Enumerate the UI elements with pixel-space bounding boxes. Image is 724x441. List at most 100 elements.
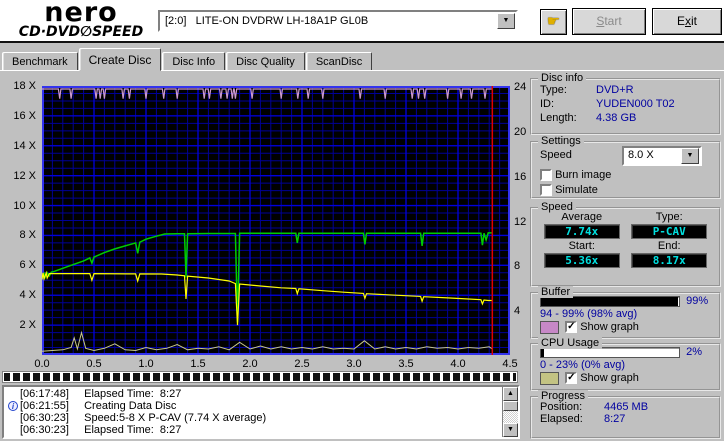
disc-info-row: ID: YUDEN000 T02 xyxy=(532,97,719,111)
y-axis-tick-label: 2 X xyxy=(19,319,36,332)
buffer-range: 94 - 99% (98% avg) xyxy=(540,308,638,320)
scrollbar-thumb[interactable] xyxy=(503,401,518,411)
burn-image-checkbox[interactable] xyxy=(540,169,552,181)
buffer-color-swatch xyxy=(540,321,559,334)
disc-icon: ∅ xyxy=(80,24,93,40)
type-value-lcd: P-CAV xyxy=(631,224,708,239)
disc-info-row: Type: DVD+R xyxy=(532,83,719,97)
chevron-down-icon[interactable]: ▼ xyxy=(497,13,515,29)
log-line: [06:30:23] Elapsed Time: 8:27 xyxy=(6,424,502,436)
exit-button[interactable]: Exit xyxy=(652,8,722,35)
log-text: Creating Data Disc xyxy=(78,400,177,412)
tab-benchmark[interactable]: Benchmark xyxy=(2,52,78,71)
disc-info-label: ID: xyxy=(540,98,555,110)
cpu-show-graph-label: Show graph xyxy=(580,372,639,384)
simulate-label: Simulate xyxy=(555,184,598,196)
x-axis-tick-label: 2.0 xyxy=(242,358,258,370)
start-button[interactable]: Start xyxy=(572,8,646,35)
speed-select[interactable]: 8.0 X ▼ xyxy=(622,145,702,166)
log-line: [06:30:23] Speed:5-8 X P-CAV (7.74 X ave… xyxy=(6,412,502,424)
disc-info-title: Disc info xyxy=(538,72,587,84)
end-label: End: xyxy=(657,240,681,252)
tab-create-disc[interactable]: Create Disc xyxy=(78,48,162,71)
scroll-up-icon[interactable]: ▲ xyxy=(503,387,518,401)
x-axis-tick-label: 3.5 xyxy=(398,358,414,370)
log-lines: [06:17:48] Elapsed Time: 8:27 i [06:21:55]… xyxy=(4,387,502,437)
elapsed-label: Elapsed: xyxy=(540,413,583,425)
y-axis-tick-label: 14 X xyxy=(13,139,36,152)
log-timestamp: [06:21:55] xyxy=(20,400,69,412)
chevron-down-icon[interactable]: ▼ xyxy=(681,147,699,164)
elapsed-value: 8:27 xyxy=(604,413,626,425)
log-icon-spacer xyxy=(6,388,20,400)
disc-info-group: Disc info Type: DVD+R ID: YUDEN000 T02 Lengt… xyxy=(530,72,721,135)
x-axis-tick-label: 1.5 xyxy=(190,358,206,370)
log-timestamp: [06:17:48] xyxy=(20,388,69,400)
progress-title: Progress xyxy=(538,390,589,402)
disc-info-label: Length: xyxy=(540,112,577,124)
cpu-show-graph-checkbox[interactable]: ✓ xyxy=(565,372,578,384)
disc-info-row: Length: 4.38 GB xyxy=(532,111,719,125)
x-axis-tick-label: 3.0 xyxy=(346,358,362,370)
eject-tool-button[interactable]: ☛ xyxy=(540,9,567,35)
log-text: Speed:5-8 X P-CAV (7.74 X average) xyxy=(78,412,267,424)
simulate-checkbox[interactable] xyxy=(540,184,552,196)
x-axis-tick-label: 4.5 xyxy=(502,358,518,370)
log-icon-spacer xyxy=(6,424,20,436)
settings-group: Settings Speed 8.0 X ▼ Burn image Simula… xyxy=(530,135,721,199)
cpu-usage-group: CPU Usage 2% 0 - 23% (0% avg) ✓ Show gra… xyxy=(530,337,721,391)
toolbar: nero CD·DVD∅SPEED [2:0] LITE-ON DVDRW LH… xyxy=(0,0,724,43)
speed-title: Speed xyxy=(538,201,576,213)
disc-info-label: Type: xyxy=(540,84,567,96)
burn-image-label: Burn image xyxy=(555,169,612,181)
speed-label: Speed xyxy=(540,149,572,161)
tab-disc-info[interactable]: Disc Info xyxy=(162,52,226,71)
log-timestamp: [06:30:23] xyxy=(20,412,69,424)
info-icon: i xyxy=(6,400,20,412)
buffer-percent: 99% xyxy=(686,295,709,307)
tab-scandisc[interactable]: ScanDisc xyxy=(305,52,373,71)
burn-progress-strip xyxy=(2,371,518,383)
y-axis-tick-label: 4 X xyxy=(19,289,36,302)
log-text: Elapsed Time: 8:27 xyxy=(78,424,182,436)
log-box: [06:17:48] Elapsed Time: 8:27 i [06:21:55]… xyxy=(2,385,520,439)
position-value: 4465 MB xyxy=(604,401,649,413)
start-value-lcd: 5.36x xyxy=(543,253,620,268)
chart-canvas xyxy=(41,86,510,355)
cpu-range: 0 - 23% (0% avg) xyxy=(540,359,625,371)
progress-group: Progress Position: 4465 MB Elapsed: 8:27 xyxy=(530,390,721,439)
logo-subtitle: CD·DVD∅SPEED xyxy=(18,24,144,40)
y-axis-tick-label: 8 X xyxy=(19,229,36,242)
x-axis-tick-label: 4.0 xyxy=(450,358,466,370)
buffer-show-graph-label: Show graph xyxy=(580,321,639,333)
log-text: Elapsed Time: 8:27 xyxy=(78,388,182,400)
tab-disc-quality[interactable]: Disc Quality xyxy=(226,52,305,71)
y-axis-tick-label: 18 X xyxy=(13,80,36,92)
log-timestamp: [06:30:23] xyxy=(20,424,69,436)
drive-selector-value: [2:0] LITE-ON DVDRW LH-18A1P GL0B xyxy=(165,15,369,27)
scrollbar-track[interactable] xyxy=(503,401,518,423)
log-scrollbar[interactable]: ▲ ▼ xyxy=(502,387,518,437)
buffer-group: Buffer 99% 94 - 99% (98% avg) ✓ Show gra… xyxy=(530,286,721,339)
cpu-usage-title: CPU Usage xyxy=(538,337,603,349)
start-label: Start: xyxy=(568,240,595,252)
drive-selector[interactable]: [2:0] LITE-ON DVDRW LH-18A1P GL0B ▼ xyxy=(158,10,518,32)
y-axis-tick-label: 6 X xyxy=(19,259,36,272)
scroll-down-icon[interactable]: ▼ xyxy=(503,423,518,437)
x-axis-tick-label: 0.0 xyxy=(34,358,50,370)
x-axis-tick-label: 1.0 xyxy=(138,358,154,370)
logo-nero-text: nero xyxy=(44,0,118,28)
log-line: i [06:21:55] Creating Data Disc xyxy=(6,400,502,412)
cpu-percent: 2% xyxy=(686,346,703,358)
buffer-show-graph-checkbox[interactable]: ✓ xyxy=(565,321,578,333)
average-value-lcd: 7.74x xyxy=(543,224,620,239)
tab-bar: Benchmark Create Disc Disc Info Disc Qualit… xyxy=(2,48,373,71)
position-label: Position: xyxy=(540,401,583,413)
disc-info-value: DVD+R xyxy=(596,84,634,96)
disc-info-value: YUDEN000 T02 xyxy=(596,98,675,110)
buffer-title: Buffer xyxy=(538,286,574,298)
disc-info-value: 4.38 GB xyxy=(596,112,637,124)
write-speed-chart xyxy=(41,86,510,355)
y-axis-tick-label: 10 X xyxy=(13,199,36,212)
type-label: Type: xyxy=(655,211,683,223)
